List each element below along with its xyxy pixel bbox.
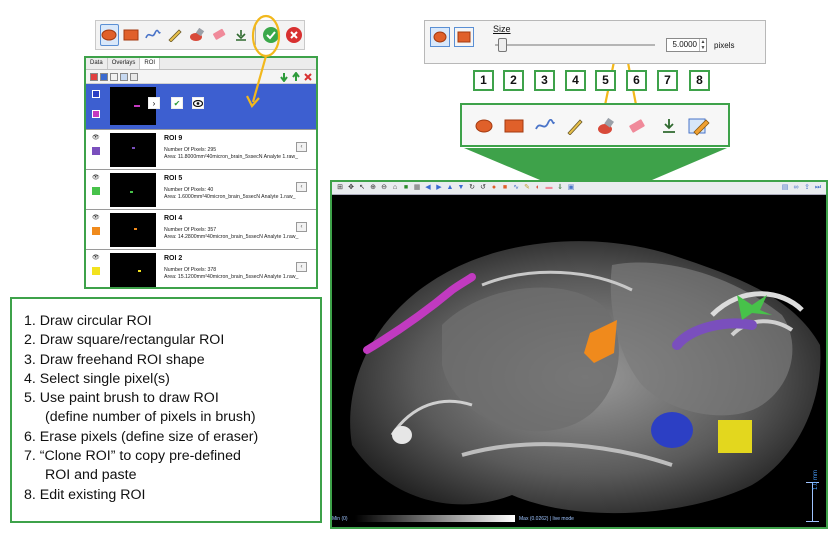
freehand-roi-icon: [535, 119, 555, 130]
arrow-right-icon[interactable]: ▶: [435, 184, 443, 192]
home-icon[interactable]: ⌂: [391, 184, 399, 192]
circle-brush-button[interactable]: [430, 27, 450, 47]
rotate-cw-icon[interactable]: ↻: [468, 184, 476, 192]
tool-number-8: 8: [689, 70, 710, 91]
colorbar-min-label: Min (0): [332, 516, 348, 522]
eraser-icon: [629, 119, 645, 133]
pencil-icon: [567, 119, 583, 135]
accept-arrow: [251, 55, 268, 103]
edit-roi-icon: [688, 118, 710, 136]
square-brush-button[interactable]: [454, 27, 474, 47]
next-icon[interactable]: ⏭: [814, 184, 822, 192]
zoom-in-icon[interactable]: ⊕: [369, 184, 377, 192]
viewer-tool-icon[interactable]: ⊞: [336, 184, 344, 192]
instruction-item: (define number of pixels in brush): [45, 409, 256, 426]
tool-number-3: 3: [534, 70, 555, 91]
size-unit-label: pixels: [714, 41, 735, 50]
edit-roi-icon[interactable]: ▣: [567, 184, 575, 192]
circle-roi-icon: [433, 31, 447, 43]
rotate-ccw-icon[interactable]: ↺: [479, 184, 487, 192]
figure-root: Data Overlays ROI › ✔ 👁 ROI 9 Number Of …: [0, 0, 832, 533]
eraser-icon[interactable]: ▬: [545, 184, 553, 192]
roi-yellow-square: [718, 420, 752, 453]
instructions-list: 1. Draw circular ROI 2. Draw square/recta…: [24, 312, 320, 505]
pointer-icon[interactable]: ↖: [358, 184, 366, 192]
instruction-item: 4. Select single pixel(s): [24, 370, 170, 387]
paint-brush-tool[interactable]: [595, 116, 617, 136]
freehand-roi-icon[interactable]: ∿: [512, 184, 520, 192]
instruction-item: ROI and paste: [45, 467, 137, 484]
clone-roi-tool[interactable]: [658, 116, 680, 136]
tool-number-2: 2: [503, 70, 524, 91]
enlarged-toolbar: [460, 103, 730, 147]
export-icon[interactable]: ⇪: [803, 184, 811, 192]
rectangle-roi-icon[interactable]: ■: [501, 184, 509, 192]
rectangle-roi-icon: [504, 119, 524, 133]
tool-number-1: 1: [473, 70, 494, 91]
image-viewer[interactable]: ⊞ ✥ ↖ ⊕ ⊖ ⌂ ■ ▦ ◀ ▶ ▲ ▼ ↻ ↺ ● ■ ∿ ✎ ◐ ▬ …: [330, 180, 828, 529]
arrow-left-icon[interactable]: ◀: [424, 184, 432, 192]
tool-number-6: 6: [626, 70, 647, 91]
size-spinner[interactable]: ▲ ▼: [699, 39, 706, 51]
bright-spot: [392, 426, 412, 444]
intensity-colorbar: [355, 515, 515, 522]
instruction-item: 8. Edit existing ROI: [24, 486, 146, 503]
eraser-tool[interactable]: [626, 116, 648, 136]
circle-roi-tool[interactable]: [473, 116, 495, 136]
instructions-panel: 1. Draw circular ROI 2. Draw square/recta…: [10, 297, 322, 523]
zoom-funnel: [464, 148, 727, 180]
grid-icon[interactable]: ▦: [413, 184, 421, 192]
pencil-icon[interactable]: ✎: [523, 184, 531, 192]
edit-roi-tool[interactable]: [688, 116, 710, 136]
instruction-item: 3. Draw freehand ROI shape: [24, 351, 205, 368]
tool-number-5: 5: [595, 70, 616, 91]
instruction-item: 7. “Clone ROI” to copy pre-defined: [24, 448, 241, 465]
size-slider-thumb[interactable]: [498, 38, 508, 52]
colorbar-max-label: Max (0.0262) | live mode: [519, 516, 574, 522]
roi-blue-circle: [651, 412, 693, 448]
arrow-up-icon[interactable]: ▲: [446, 184, 454, 192]
tool-number-7: 7: [657, 70, 678, 91]
scale-bar-label: 1.0 mm: [813, 469, 819, 490]
freehand-roi-tool[interactable]: [534, 116, 556, 136]
rectangle-roi-tool[interactable]: [503, 116, 525, 136]
layers-icon[interactable]: ▤: [781, 184, 789, 192]
paint-brush-icon[interactable]: ◐: [534, 184, 542, 192]
viewer-toolbar: ⊞ ✥ ↖ ⊕ ⊖ ⌂ ■ ▦ ◀ ▶ ▲ ▼ ↻ ↺ ● ■ ∿ ✎ ◐ ▬ …: [332, 182, 826, 195]
zoom-out-icon[interactable]: ⊖: [380, 184, 388, 192]
pan-icon[interactable]: ✥: [347, 184, 355, 192]
instruction-item: 5. Use paint brush to draw ROI: [24, 390, 219, 407]
arrow-down-icon[interactable]: ▼: [457, 184, 465, 192]
tool-number-4: 4: [565, 70, 586, 91]
clone-roi-icon: [663, 119, 675, 133]
circle-roi-icon: [475, 119, 493, 133]
clone-roi-icon[interactable]: ⇓: [556, 184, 564, 192]
fit-icon[interactable]: ■: [402, 184, 410, 192]
link-icon[interactable]: ∞: [792, 184, 800, 192]
size-slider-track[interactable]: [495, 44, 655, 46]
scale-bar-cap-bottom: [806, 521, 819, 522]
pencil-tool[interactable]: [564, 116, 586, 136]
rectangle-roi-icon: [457, 31, 471, 43]
brain-image: [332, 195, 826, 527]
instruction-item: 2. Draw square/rectangular ROI: [24, 332, 225, 349]
circle-roi-icon[interactable]: ●: [490, 184, 498, 192]
instruction-item: 1. Draw circular ROI: [24, 313, 152, 329]
instruction-item: 6. Erase pixels (define size of eraser): [24, 428, 259, 445]
accept-highlight-circle: [251, 14, 281, 58]
size-label: Size: [493, 24, 511, 34]
paint-brush-icon: [598, 117, 614, 134]
